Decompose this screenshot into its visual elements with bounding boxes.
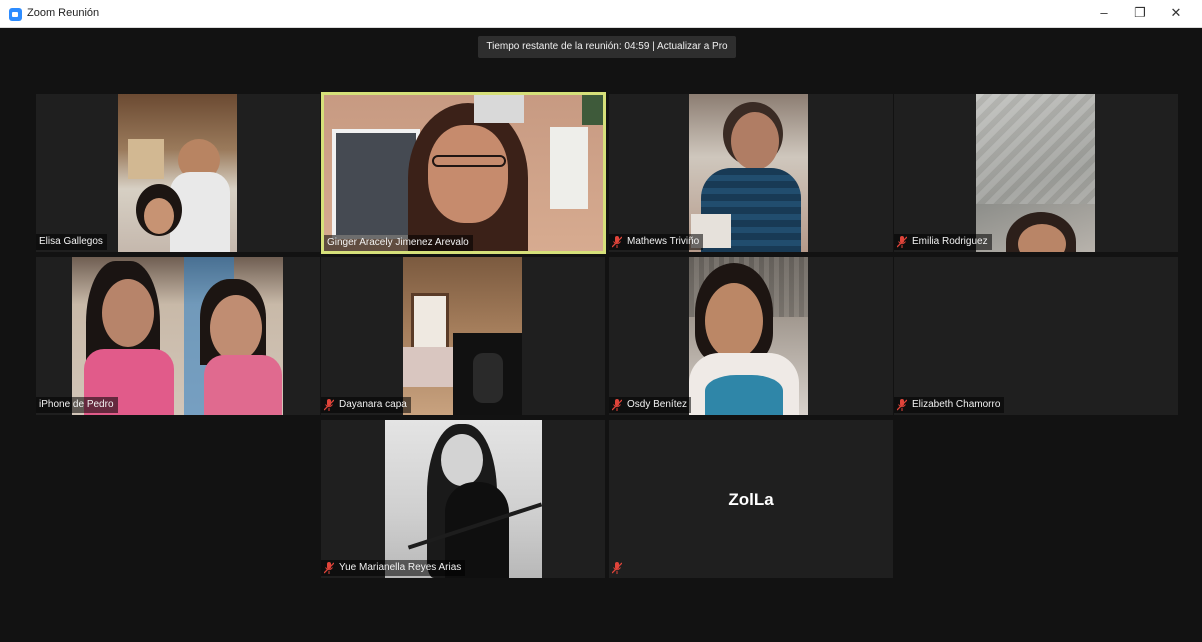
muted-mic-icon bbox=[612, 399, 622, 411]
video-feed bbox=[324, 95, 603, 251]
muted-mic-icon bbox=[324, 562, 334, 574]
participant-name-tag bbox=[609, 560, 631, 576]
participant-name-tag: Ginger Aracely Jimenez Arevalo bbox=[324, 235, 473, 251]
muted-mic-icon bbox=[897, 399, 907, 411]
participant-name-tag: Mathews Triviño bbox=[609, 234, 704, 250]
participant-tile-mathews-trivino[interactable]: Mathews Triviño bbox=[609, 94, 893, 252]
participant-name-tag: Elisa Gallegos bbox=[36, 234, 107, 250]
zoom-app-icon bbox=[9, 8, 22, 21]
participant-tile-elisa-gallegos[interactable]: Elisa Gallegos bbox=[36, 94, 320, 252]
time-remaining-banner[interactable]: Tiempo restante de la reunión: 04:59 | A… bbox=[478, 36, 736, 58]
participant-tile-yue-marianella-reyes-arias[interactable]: Yue Marianella Reyes Arias bbox=[321, 420, 605, 578]
window-title: Zoom Reunión bbox=[27, 7, 100, 19]
participant-tile-zolla[interactable]: ZolLa bbox=[609, 420, 893, 578]
participant-tile-iphone-de-pedro[interactable]: iPhone de Pedro bbox=[36, 257, 320, 415]
muted-mic-icon bbox=[324, 399, 334, 411]
participant-tile-emilia-rodriguez[interactable]: Emilia Rodriguez bbox=[894, 94, 1178, 252]
participant-tile-elizabeth-chamorro[interactable]: Elizabeth Chamorro bbox=[894, 257, 1178, 415]
participant-name-tag: Emilia Rodriguez bbox=[894, 234, 992, 250]
close-button[interactable]: ✕ bbox=[1161, 3, 1191, 23]
video-feed bbox=[976, 94, 1095, 252]
participant-name-tag: Osdy Benítez bbox=[609, 397, 692, 413]
title-bar: Zoom Reunión – ❐ ✕ bbox=[0, 0, 1202, 28]
participant-tile-dayanara-capa[interactable]: Dayanara capa bbox=[321, 257, 605, 415]
participant-tile-osdy-benitez[interactable]: Osdy Benítez bbox=[609, 257, 893, 415]
restore-button[interactable]: ❐ bbox=[1125, 3, 1155, 23]
video-feed bbox=[385, 420, 542, 578]
video-feed bbox=[689, 257, 808, 415]
minimize-button[interactable]: – bbox=[1089, 3, 1119, 23]
participant-name-tag: Yue Marianella Reyes Arias bbox=[321, 560, 466, 576]
participant-name-tag: Elizabeth Chamorro bbox=[894, 397, 1005, 413]
video-feed bbox=[403, 257, 522, 415]
participant-name-tag: Dayanara capa bbox=[321, 397, 411, 413]
video-feed bbox=[72, 257, 283, 415]
participant-tile-ginger-aracely-jimenez-arevalo[interactable]: Ginger Aracely Jimenez Arevalo bbox=[321, 92, 606, 254]
muted-mic-icon bbox=[612, 236, 622, 248]
participant-name-tag: iPhone de Pedro bbox=[36, 397, 118, 413]
video-feed bbox=[689, 94, 808, 252]
muted-mic-icon bbox=[897, 236, 907, 248]
muted-mic-icon bbox=[612, 562, 622, 574]
participant-display-name: ZolLa bbox=[728, 490, 774, 509]
video-feed bbox=[118, 94, 237, 252]
